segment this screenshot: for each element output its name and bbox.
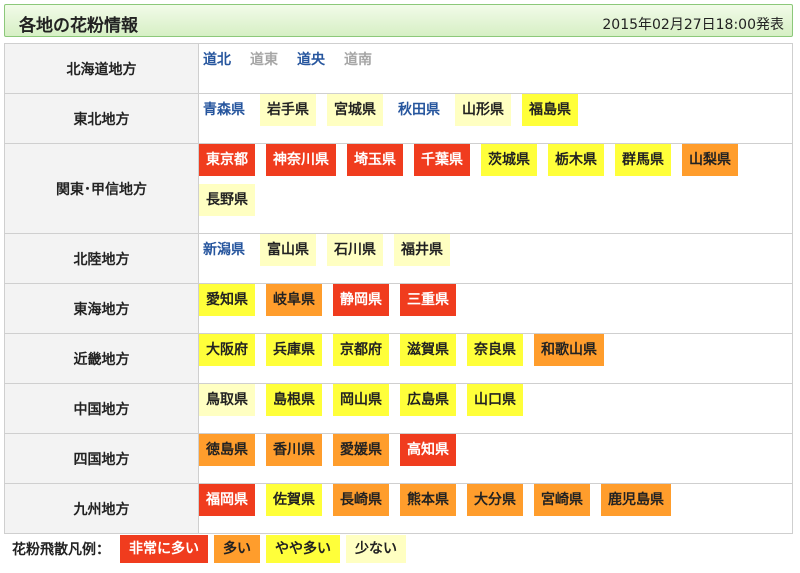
prefecture-list: 新潟県 富山県 石川県 福井県 bbox=[198, 233, 793, 284]
region-row: 関東･甲信地方 東京都 神奈川県 埼玉県 千葉県 茨城県 栃木県 群馬県 山梨県長野県 bbox=[4, 143, 793, 234]
region-name: 関東･甲信地方 bbox=[4, 143, 199, 234]
prefecture-link[interactable]: 島根県 bbox=[266, 384, 322, 416]
legend-item: やや多い bbox=[266, 535, 340, 563]
legend-item: 非常に多い bbox=[120, 535, 208, 563]
prefecture-link[interactable]: 愛知県 bbox=[199, 284, 255, 316]
prefecture-link[interactable]: 大分県 bbox=[467, 484, 523, 516]
prefecture-link[interactable]: 三重県 bbox=[400, 284, 456, 316]
prefecture-link[interactable]: 熊本県 bbox=[400, 484, 456, 516]
prefecture-link[interactable]: 道央 bbox=[293, 44, 329, 76]
prefecture-link[interactable]: 香川県 bbox=[266, 434, 322, 466]
announcement-timestamp: 2015年02月27日18:00発表 bbox=[602, 17, 784, 33]
prefecture-link[interactable]: 長野県 bbox=[199, 184, 255, 216]
prefecture-link[interactable]: 富山県 bbox=[260, 234, 316, 266]
region-name: 北陸地方 bbox=[4, 233, 199, 284]
region-row: 東北地方 青森県 岩手県 宮城県 秋田県 山形県 福島県 bbox=[4, 93, 793, 144]
prefecture-link[interactable]: 和歌山県 bbox=[534, 334, 604, 366]
prefecture-link[interactable]: 長崎県 bbox=[333, 484, 389, 516]
region-row: 北海道地方 道北 道東 道央 道南 bbox=[4, 43, 793, 94]
prefecture-link[interactable]: 京都府 bbox=[333, 334, 389, 366]
prefecture-link[interactable]: 道北 bbox=[199, 44, 235, 76]
prefecture-link[interactable]: 福島県 bbox=[522, 94, 578, 126]
pollen-region-table: 北海道地方 道北 道東 道央 道南 東北地方 青森県 岩手県 宮城県 秋田県 山形県 福島県 関東･甲信… bbox=[4, 43, 793, 534]
region-name: 東海地方 bbox=[4, 283, 199, 334]
region-name: 四国地方 bbox=[4, 433, 199, 484]
prefecture-link[interactable]: 静岡県 bbox=[333, 284, 389, 316]
prefecture-list: 東京都 神奈川県 埼玉県 千葉県 茨城県 栃木県 群馬県 山梨県長野県 bbox=[198, 143, 793, 234]
region-name: 北海道地方 bbox=[4, 43, 199, 94]
prefecture-link[interactable]: 宮城県 bbox=[327, 94, 383, 126]
legend-item: 少ない bbox=[346, 535, 406, 563]
prefecture-link[interactable]: 徳島県 bbox=[199, 434, 255, 466]
legend-item: 多い bbox=[214, 535, 260, 563]
prefecture-link[interactable]: 福井県 bbox=[394, 234, 450, 266]
prefecture-link[interactable]: 石川県 bbox=[327, 234, 383, 266]
region-row: 四国地方 徳島県 香川県 愛媛県 高知県 bbox=[4, 433, 793, 484]
prefecture-link[interactable]: 埼玉県 bbox=[347, 144, 403, 176]
region-row: 北陸地方 新潟県 富山県 石川県 福井県 bbox=[4, 233, 793, 284]
prefecture-list: 徳島県 香川県 愛媛県 高知県 bbox=[198, 433, 793, 484]
prefecture-link[interactable]: 千葉県 bbox=[414, 144, 470, 176]
prefecture-link[interactable]: 兵庫県 bbox=[266, 334, 322, 366]
prefecture-list: 道北 道東 道央 道南 bbox=[198, 43, 793, 94]
prefecture-link[interactable]: 山梨県 bbox=[682, 144, 738, 176]
prefecture-list: 大阪府 兵庫県 京都府 滋賀県 奈良県 和歌山県 bbox=[198, 333, 793, 384]
prefecture-link[interactable]: 佐賀県 bbox=[266, 484, 322, 516]
prefecture-link[interactable]: 高知県 bbox=[400, 434, 456, 466]
region-name: 近畿地方 bbox=[4, 333, 199, 384]
prefecture-link[interactable]: 鹿児島県 bbox=[601, 484, 671, 516]
prefecture-link[interactable]: 滋賀県 bbox=[400, 334, 456, 366]
legend-label: 花粉飛散凡例： bbox=[12, 542, 110, 558]
prefecture-link[interactable]: 秋田県 bbox=[394, 94, 444, 126]
prefecture-list: 愛知県 岐阜県 静岡県 三重県 bbox=[198, 283, 793, 334]
prefecture-list: 福岡県 佐賀県 長崎県 熊本県 大分県 宮崎県 鹿児島県 bbox=[198, 483, 793, 534]
region-name: 中国地方 bbox=[4, 383, 199, 434]
prefecture-link: 道南 bbox=[344, 52, 372, 68]
prefecture-link[interactable]: 大阪府 bbox=[199, 334, 255, 366]
page-title: 各地の花粉情報 bbox=[19, 16, 138, 36]
prefecture-link[interactable]: 青森県 bbox=[199, 94, 249, 126]
prefecture-link[interactable]: 山形県 bbox=[455, 94, 511, 126]
prefecture-link[interactable]: 愛媛県 bbox=[333, 434, 389, 466]
prefecture-link[interactable]: 宮崎県 bbox=[534, 484, 590, 516]
prefecture-list: 鳥取県 島根県 岡山県 広島県 山口県 bbox=[198, 383, 793, 434]
prefecture-link[interactable]: 新潟県 bbox=[199, 234, 249, 266]
prefecture-link[interactable]: 東京都 bbox=[199, 144, 255, 176]
page-header: 各地の花粉情報 2015年02月27日18:00発表 bbox=[4, 4, 793, 37]
prefecture-link[interactable]: 神奈川県 bbox=[266, 144, 336, 176]
region-name: 東北地方 bbox=[4, 93, 199, 144]
pollen-legend: 花粉飛散凡例： 非常に多い 多い やや多い 少ない bbox=[4, 534, 412, 564]
region-row: 近畿地方 大阪府 兵庫県 京都府 滋賀県 奈良県 和歌山県 bbox=[4, 333, 793, 384]
prefecture-link[interactable]: 広島県 bbox=[400, 384, 456, 416]
prefecture-link[interactable]: 岐阜県 bbox=[266, 284, 322, 316]
region-row: 九州地方 福岡県 佐賀県 長崎県 熊本県 大分県 宮崎県 鹿児島県 bbox=[4, 483, 793, 534]
prefecture-link[interactable]: 鳥取県 bbox=[199, 384, 255, 416]
region-row: 東海地方 愛知県 岐阜県 静岡県 三重県 bbox=[4, 283, 793, 334]
prefecture-link: 道東 bbox=[250, 52, 278, 68]
prefecture-link[interactable]: 岩手県 bbox=[260, 94, 316, 126]
prefecture-link[interactable]: 福岡県 bbox=[199, 484, 255, 516]
prefecture-link[interactable]: 奈良県 bbox=[467, 334, 523, 366]
prefecture-link[interactable]: 栃木県 bbox=[548, 144, 604, 176]
region-row: 中国地方 鳥取県 島根県 岡山県 広島県 山口県 bbox=[4, 383, 793, 434]
prefecture-link[interactable]: 山口県 bbox=[467, 384, 523, 416]
prefecture-list: 青森県 岩手県 宮城県 秋田県 山形県 福島県 bbox=[198, 93, 793, 144]
region-name: 九州地方 bbox=[4, 483, 199, 534]
prefecture-link[interactable]: 群馬県 bbox=[615, 144, 671, 176]
prefecture-link[interactable]: 岡山県 bbox=[333, 384, 389, 416]
prefecture-link[interactable]: 茨城県 bbox=[481, 144, 537, 176]
